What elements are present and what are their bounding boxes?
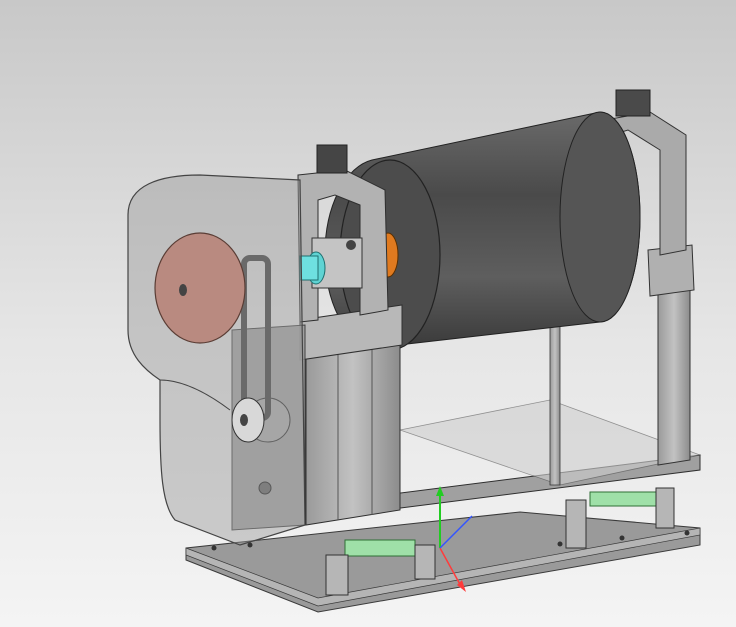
center-column[interactable] [299,304,403,526]
cad-viewport[interactable] [0,0,736,627]
small-pulley[interactable] [231,397,265,443]
coupling[interactable] [299,251,326,285]
pulley[interactable] [154,232,246,344]
transparent-guard[interactable] [127,174,306,546]
cad-model-scene[interactable] [0,0,736,627]
